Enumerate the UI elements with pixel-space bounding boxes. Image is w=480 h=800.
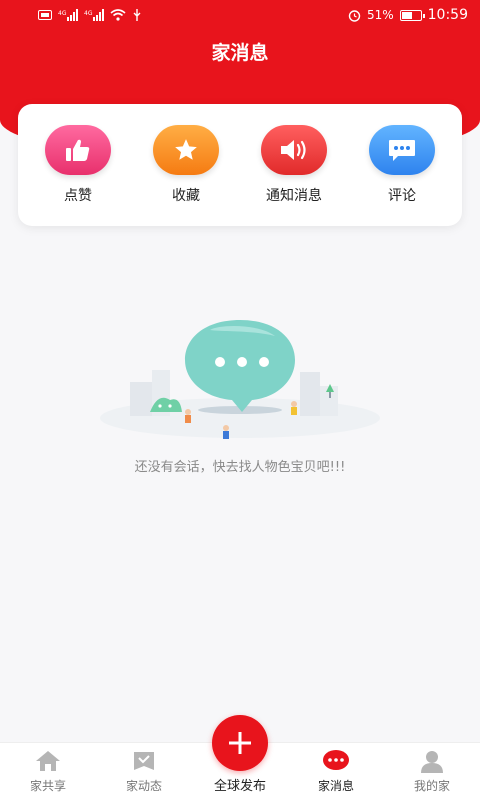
clock: 10:59 xyxy=(427,7,468,23)
sim-icon xyxy=(38,10,52,20)
star-icon xyxy=(175,139,197,160)
svg-text:4G: 4G xyxy=(84,10,93,17)
quick-action-label: 点赞 xyxy=(64,188,92,204)
quick-action-label: 评论 xyxy=(388,188,416,204)
tab-my-home[interactable]: 我的家 xyxy=(384,749,480,794)
bottom-tab-bar: 家共享 家动态 全球发布 家消息 我的家 xyxy=(0,715,480,800)
empty-state-message: 还没有会话，快去找人物色宝贝吧!!! xyxy=(134,460,346,475)
person-figure xyxy=(223,425,229,439)
thumbs-up-icon xyxy=(66,139,90,161)
empty-state-illustration xyxy=(100,320,380,439)
message-icon xyxy=(322,749,350,773)
quick-action-notifications[interactable]: 通知消息 xyxy=(244,125,344,205)
page-title: 家消息 xyxy=(211,42,269,64)
comment-icon xyxy=(389,140,415,161)
tab-home-messages[interactable]: 家消息 xyxy=(288,749,384,794)
profile-icon xyxy=(418,749,446,773)
home-icon xyxy=(34,749,62,773)
status-bar: 4G 4G 51% 10:59 xyxy=(0,0,480,30)
comments-icon-badge xyxy=(369,125,435,175)
quick-action-label: 收藏 xyxy=(172,188,200,204)
signal-icon: 4G xyxy=(84,9,104,21)
quick-action-label: 通知消息 xyxy=(266,188,322,204)
battery-icon xyxy=(399,9,425,21)
tab-label: 我的家 xyxy=(413,779,450,793)
favorites-icon-badge xyxy=(153,125,219,175)
battery-percent: 51% xyxy=(366,8,394,22)
notifications-icon-badge xyxy=(261,125,327,175)
likes-icon-badge xyxy=(45,125,111,175)
tab-label: 家消息 xyxy=(317,779,354,793)
status-right: 51% 10:59 xyxy=(348,7,468,23)
tab-label: 家共享 xyxy=(29,779,66,793)
tab-label: 全球发布 xyxy=(213,779,266,794)
wifi-icon xyxy=(110,9,126,21)
speaker-icon xyxy=(281,140,306,160)
person-figure xyxy=(185,409,191,423)
plus-icon xyxy=(229,732,251,754)
alarm-icon xyxy=(348,9,361,22)
moments-icon xyxy=(130,749,158,773)
signal-icon: 4G xyxy=(58,9,78,21)
status-left: 4G 4G xyxy=(38,9,142,21)
tab-home-moments[interactable]: 家动态 xyxy=(96,749,192,794)
tab-home-share[interactable]: 家共享 xyxy=(0,749,96,794)
usb-icon xyxy=(133,9,141,21)
person-figure xyxy=(291,401,297,415)
svg-text:4G: 4G xyxy=(58,10,67,17)
quick-action-favorites[interactable]: 收藏 xyxy=(136,125,236,205)
quick-actions-card: 点赞 收藏 通知消息 评论 xyxy=(18,104,462,226)
quick-action-comments[interactable]: 评论 xyxy=(352,125,452,205)
tab-label: 家动态 xyxy=(125,779,162,793)
tab-global-publish[interactable]: 全球发布 xyxy=(192,715,288,794)
quick-action-likes[interactable]: 点赞 xyxy=(28,125,128,205)
publish-button[interactable] xyxy=(212,715,268,771)
